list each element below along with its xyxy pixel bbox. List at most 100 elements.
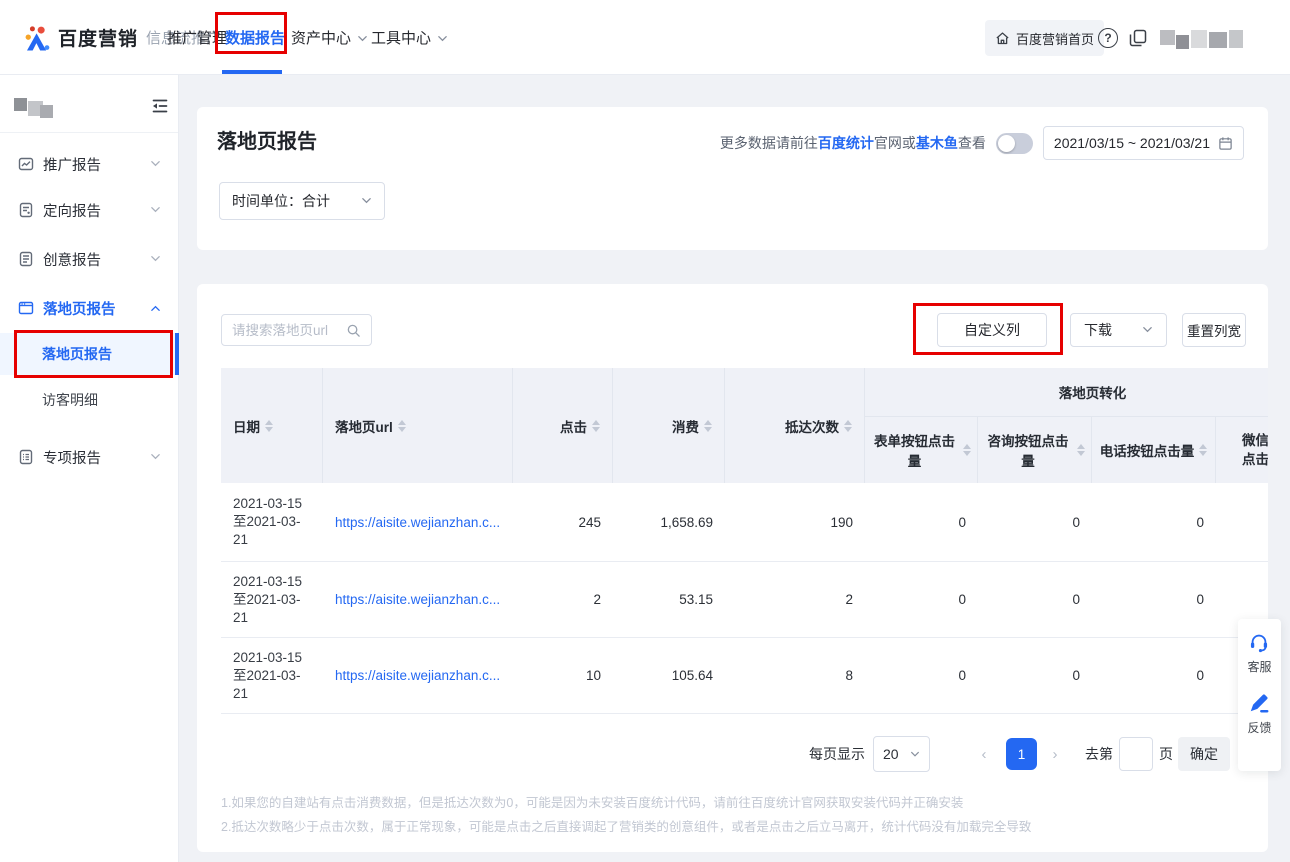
feedback-label: 反馈 (1247, 719, 1271, 736)
sidebar-item-1[interactable]: 推广报告 (0, 149, 178, 179)
table-cell: 53.15 (613, 562, 725, 637)
headset-icon (1248, 631, 1270, 653)
user-name-redacted[interactable] (1160, 28, 1252, 52)
topnav-item-2[interactable]: 数据报告 (225, 0, 285, 75)
table-cell: 2021-03-15至2021-03-21 (221, 483, 323, 561)
column-header-label: 抵达次数 (785, 416, 839, 436)
active-tab-underline (222, 70, 282, 74)
customize-columns-button[interactable]: 自定义列 (937, 313, 1047, 347)
search-icon[interactable] (346, 323, 361, 338)
sidebar-divider (0, 132, 178, 133)
column-header[interactable]: 落地页url (323, 368, 513, 483)
feedback-button[interactable]: 反馈 (1247, 692, 1271, 736)
reset-column-width-button[interactable]: 重置列宽 (1182, 313, 1246, 347)
topnav-item-4[interactable]: 工具中心 (371, 0, 448, 75)
data-source-toggle[interactable] (996, 133, 1033, 154)
floating-help-panel: 客服 反馈 (1238, 619, 1281, 771)
time-unit-select[interactable]: 时间单位： 合计 (219, 182, 385, 220)
url-search-input[interactable] (232, 323, 342, 338)
customer-service-button[interactable]: 客服 (1247, 631, 1271, 675)
per-page-label: 每页显示 (809, 744, 865, 764)
table-row: 2021-03-15至2021-03-21https://aisite.weji… (221, 562, 1268, 638)
table-header: 日期落地页url点击消费抵达次数落地页转化表单按钮点击量咨询按钮点击量电话按钮点… (221, 368, 1268, 483)
baidu-tongji-link[interactable]: 百度统计 (818, 135, 874, 151)
sort-icon[interactable] (1199, 444, 1207, 456)
landing-page-url-link[interactable]: https://aisite.wejianzhan.c... (335, 592, 500, 607)
home-icon (995, 31, 1010, 46)
table-cell: 0 (1092, 562, 1216, 637)
report-table-card: 自定义列 下载 重置列宽 日期落地页url点击消费抵达次数落地页转化表单按钮点击… (197, 284, 1268, 852)
table-cell: 190 (725, 483, 865, 561)
switch-account-icon[interactable] (1128, 28, 1148, 48)
table-cell: 0 (1092, 638, 1216, 713)
calendar-icon (1218, 136, 1233, 151)
sort-icon[interactable] (1077, 444, 1085, 456)
table-cell: 0 (865, 562, 978, 637)
column-header[interactable]: 日期 (221, 368, 323, 483)
collapse-sidebar-icon[interactable] (150, 96, 170, 116)
column-header[interactable]: 微信按钮点击量 (1216, 417, 1268, 483)
prev-page-button[interactable]: ‹ (978, 746, 990, 763)
sidebar-item-label: 创意报告 (43, 249, 101, 270)
help-icon[interactable]: ? (1098, 28, 1118, 48)
landing-page-url-link[interactable]: https://aisite.wejianzhan.c... (335, 668, 500, 683)
sidebar-item-5[interactable]: 专项报告 (0, 442, 178, 472)
sort-icon[interactable] (398, 420, 406, 432)
page-size-select[interactable]: 20 (873, 736, 930, 772)
sort-icon[interactable] (265, 420, 273, 432)
topnav-item-1[interactable]: 推广管理 (167, 0, 227, 75)
next-page-button[interactable]: › (1049, 746, 1061, 763)
column-header[interactable]: 表单按钮点击量 (865, 417, 978, 483)
goto-page-label: 去第 (1085, 744, 1113, 764)
landing-page-url-link[interactable]: https://aisite.wejianzhan.c... (335, 515, 500, 530)
sort-icon[interactable] (592, 420, 600, 432)
column-header[interactable]: 点击 (513, 368, 613, 483)
column-header[interactable]: 消费 (613, 368, 725, 483)
sidebar-subitem-2[interactable]: 访客明细 (0, 386, 175, 414)
sort-icon[interactable] (963, 444, 971, 456)
page-title: 落地页报告 (217, 125, 317, 154)
sidebar-item-4[interactable]: 落地页报告 (0, 293, 178, 323)
footnote-2: 2.抵达次数略少于点击次数，属于正常现象，可能是点击之后直接调起了营销类的创意组… (221, 815, 1031, 839)
confirm-page-button[interactable]: 确定 (1178, 737, 1230, 771)
goto-page-input[interactable] (1119, 737, 1153, 771)
download-button[interactable]: 下载 (1070, 313, 1167, 347)
table-cell: 2 (725, 562, 865, 637)
chevron-icon (357, 35, 368, 43)
time-unit-value: 合计 (302, 191, 330, 211)
table-cell: 245 (513, 483, 613, 561)
table-cell: 10 (513, 638, 613, 713)
column-header[interactable]: 咨询按钮点击量 (978, 417, 1092, 483)
account-name-redacted[interactable] (14, 96, 62, 120)
table-cell: 8 (725, 638, 865, 713)
table-cell: https://aisite.wejianzhan.c... (323, 638, 513, 713)
jimuyu-link[interactable]: 基木鱼 (916, 135, 958, 151)
promotion-report-icon (18, 156, 34, 172)
sidebar-item-3[interactable]: 创意报告 (0, 244, 178, 274)
column-header-label: 消费 (672, 416, 699, 436)
download-button-label: 下载 (1084, 320, 1112, 340)
more-data-row: 更多数据请前往百度统计官网或基木鱼查看 2021/03/15 ~ 2021/03… (720, 126, 1244, 160)
more-data-text: 更多数据请前往百度统计官网或基木鱼查看 (720, 133, 986, 153)
page-unit-label: 页 (1159, 744, 1173, 764)
current-page-button[interactable]: 1 (1006, 738, 1037, 770)
sidebar-item-2[interactable]: 定向报告 (0, 195, 178, 225)
column-group-cells: 表单按钮点击量咨询按钮点击量电话按钮点击量微信按钮点击量 (865, 417, 1268, 483)
date-range-picker[interactable]: 2021/03/15 ~ 2021/03/21 (1043, 126, 1244, 160)
page-size-value: 20 (883, 746, 899, 762)
creative-report-icon (18, 251, 34, 267)
home-button[interactable]: 百度营销首页 (985, 20, 1104, 56)
chevron-icon (150, 304, 161, 312)
column-header[interactable]: 抵达次数 (725, 368, 865, 483)
sort-icon[interactable] (844, 420, 852, 432)
table-cell: https://aisite.wejianzhan.c... (323, 483, 513, 561)
topnav-item-3[interactable]: 资产中心 (291, 0, 368, 75)
table-cell: 0 (865, 483, 978, 561)
customer-service-label: 客服 (1247, 658, 1271, 675)
chevron-down-icon (1142, 326, 1153, 334)
column-header[interactable]: 电话按钮点击量 (1092, 417, 1216, 483)
sort-icon[interactable] (704, 420, 712, 432)
column-header-label: 咨询按钮点击量 (984, 430, 1072, 470)
sidebar-subitem-1[interactable]: 落地页报告 (0, 333, 175, 375)
table-row: 2021-03-15至2021-03-21https://aisite.weji… (221, 638, 1268, 714)
